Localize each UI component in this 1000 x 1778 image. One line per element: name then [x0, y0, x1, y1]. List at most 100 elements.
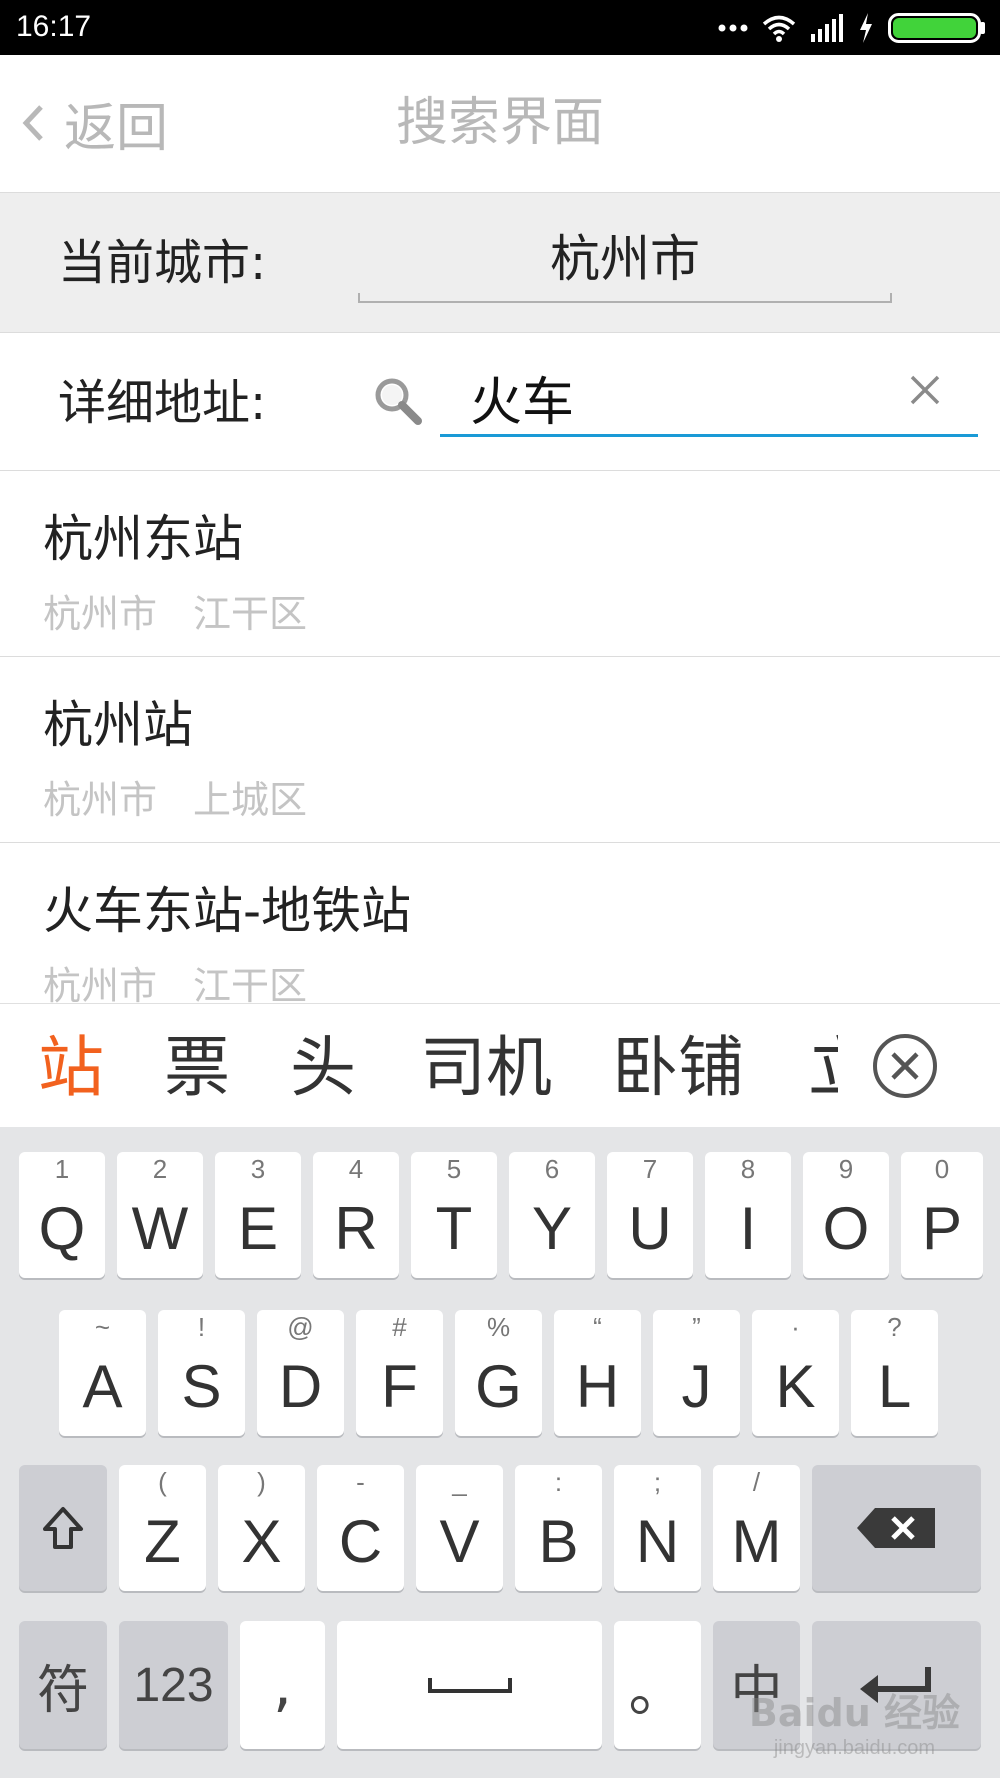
- candidate-item[interactable]: 卧铺: [612, 1028, 744, 1108]
- key-hint: (: [158, 1467, 167, 1497]
- key-i[interactable]: 8I: [705, 1152, 791, 1278]
- key-label: D: [278, 1353, 323, 1420]
- comma-key[interactable]: ,: [240, 1621, 325, 1749]
- list-item[interactable]: 火车东站-地铁站 杭州市 江干区: [0, 843, 1000, 1003]
- result-name: 杭州东站: [43, 510, 243, 568]
- result-district: 江干区: [193, 592, 308, 636]
- key-label: P: [921, 1195, 963, 1262]
- key-label: B: [538, 1508, 579, 1575]
- key-c[interactable]: -C: [317, 1465, 404, 1591]
- shift-key-face: [19, 1465, 107, 1591]
- key-l[interactable]: ? L: [851, 1310, 938, 1436]
- symbol-key[interactable]: 符: [19, 1621, 107, 1749]
- numbers-key-label: 123: [133, 1658, 214, 1712]
- list-item[interactable]: 杭州站 杭州市 上城区: [0, 657, 1000, 843]
- key-n[interactable]: ; N: [614, 1465, 701, 1591]
- backspace-icon: [856, 1508, 935, 1548]
- key-label: I: [739, 1195, 757, 1262]
- list-item[interactable]: 杭州东站 杭州市 江干区: [0, 471, 1000, 657]
- key-hint: 6: [544, 1154, 560, 1184]
- key-label: Y: [531, 1195, 573, 1262]
- clear-icon[interactable]: [908, 373, 942, 407]
- battery-icon: [888, 13, 985, 43]
- key-hint: ”: [692, 1312, 701, 1342]
- period-key[interactable]: 。: [614, 1621, 701, 1749]
- key-q[interactable]: 1Q: [19, 1152, 105, 1278]
- status-icons: [718, 10, 986, 46]
- key-label: K: [775, 1353, 816, 1420]
- key-p[interactable]: 0P: [901, 1152, 983, 1278]
- key-y[interactable]: 6Y: [509, 1152, 595, 1278]
- key-hint: @: [287, 1312, 314, 1342]
- key-hint: ·: [791, 1312, 800, 1342]
- app-header: 返回 搜索界面: [0, 55, 1000, 193]
- key-label: W: [131, 1195, 189, 1262]
- key-label: H: [575, 1353, 620, 1420]
- page-title: 搜索界面: [395, 93, 604, 153]
- key-label: E: [237, 1195, 279, 1262]
- key-j[interactable]: ” J: [653, 1310, 740, 1436]
- key-w[interactable]: 2W: [117, 1152, 203, 1278]
- close-candidates-icon[interactable]: [871, 1032, 939, 1100]
- candidate-item[interactable]: 票: [164, 1028, 230, 1108]
- candidate-item[interactable]: 站: [38, 1028, 104, 1108]
- result-city: 杭州市: [43, 592, 158, 636]
- search-icon: [375, 378, 422, 425]
- address-row: 详细地址:: [0, 333, 1000, 471]
- key-hint: ?: [887, 1312, 902, 1342]
- key-label: L: [877, 1353, 912, 1420]
- key-m[interactable]: / M: [713, 1465, 800, 1591]
- key-hint: 9: [838, 1154, 854, 1184]
- result-name: 杭州站: [43, 696, 193, 754]
- candidate-item[interactable]: 司机: [420, 1028, 552, 1108]
- candidate-item[interactable]: 头: [290, 1028, 356, 1108]
- wifi-icon: [762, 15, 796, 42]
- key-v[interactable]: _ V: [416, 1465, 503, 1591]
- city-field[interactable]: 杭州市: [358, 219, 892, 303]
- numbers-key[interactable]: 123: [119, 1621, 228, 1749]
- key-hint: ;: [653, 1467, 662, 1497]
- key-hint: 2: [152, 1154, 168, 1184]
- key-o[interactable]: 9O: [803, 1152, 889, 1278]
- key-e[interactable]: 3E: [215, 1152, 301, 1278]
- key-hint: %: [486, 1312, 511, 1342]
- backspace-key[interactable]: [812, 1465, 981, 1591]
- back-button[interactable]: 返回: [22, 93, 168, 159]
- key-z[interactable]: (Z: [119, 1465, 206, 1591]
- key-hint: !: [197, 1312, 206, 1342]
- key-t[interactable]: 5T: [411, 1152, 497, 1278]
- key-d[interactable]: @ D: [257, 1310, 344, 1436]
- more-dots-icon: [718, 24, 748, 32]
- key-label: R: [334, 1195, 378, 1262]
- key-h[interactable]: “H: [554, 1310, 641, 1436]
- shift-key[interactable]: [19, 1465, 107, 1591]
- key-r[interactable]: 4R: [313, 1152, 399, 1278]
- space-key-face: [337, 1621, 602, 1749]
- signal-icon: [811, 14, 843, 42]
- key-a[interactable]: ~ A: [59, 1310, 146, 1436]
- key-x[interactable]: ) X: [218, 1465, 305, 1591]
- key-k[interactable]: · K: [752, 1310, 839, 1436]
- space-key[interactable]: [337, 1621, 602, 1749]
- result-district: 江干区: [193, 964, 308, 1003]
- key-hint: 0: [934, 1154, 950, 1184]
- enter-key[interactable]: [812, 1621, 981, 1749]
- key-hint: ~: [94, 1312, 111, 1342]
- key-label: M: [731, 1508, 782, 1575]
- key-label: Q: [38, 1195, 86, 1262]
- address-input[interactable]: [470, 365, 890, 429]
- key-g[interactable]: % G: [455, 1310, 542, 1436]
- language-key[interactable]: 中: [713, 1621, 800, 1749]
- key-f[interactable]: # F: [356, 1310, 443, 1436]
- space-icon: [427, 1678, 512, 1693]
- candidate-item[interactable]: 立: [808, 1028, 838, 1108]
- key-label: U: [628, 1195, 672, 1262]
- key-label: C: [338, 1508, 383, 1575]
- back-label: 返回: [64, 98, 169, 159]
- key-b[interactable]: :B: [515, 1465, 602, 1591]
- key-s[interactable]: ! S: [158, 1310, 245, 1436]
- key-u[interactable]: 7U: [607, 1152, 693, 1278]
- enter-key-face: [812, 1621, 981, 1749]
- key-label: V: [439, 1508, 480, 1575]
- key-label: N: [635, 1508, 680, 1575]
